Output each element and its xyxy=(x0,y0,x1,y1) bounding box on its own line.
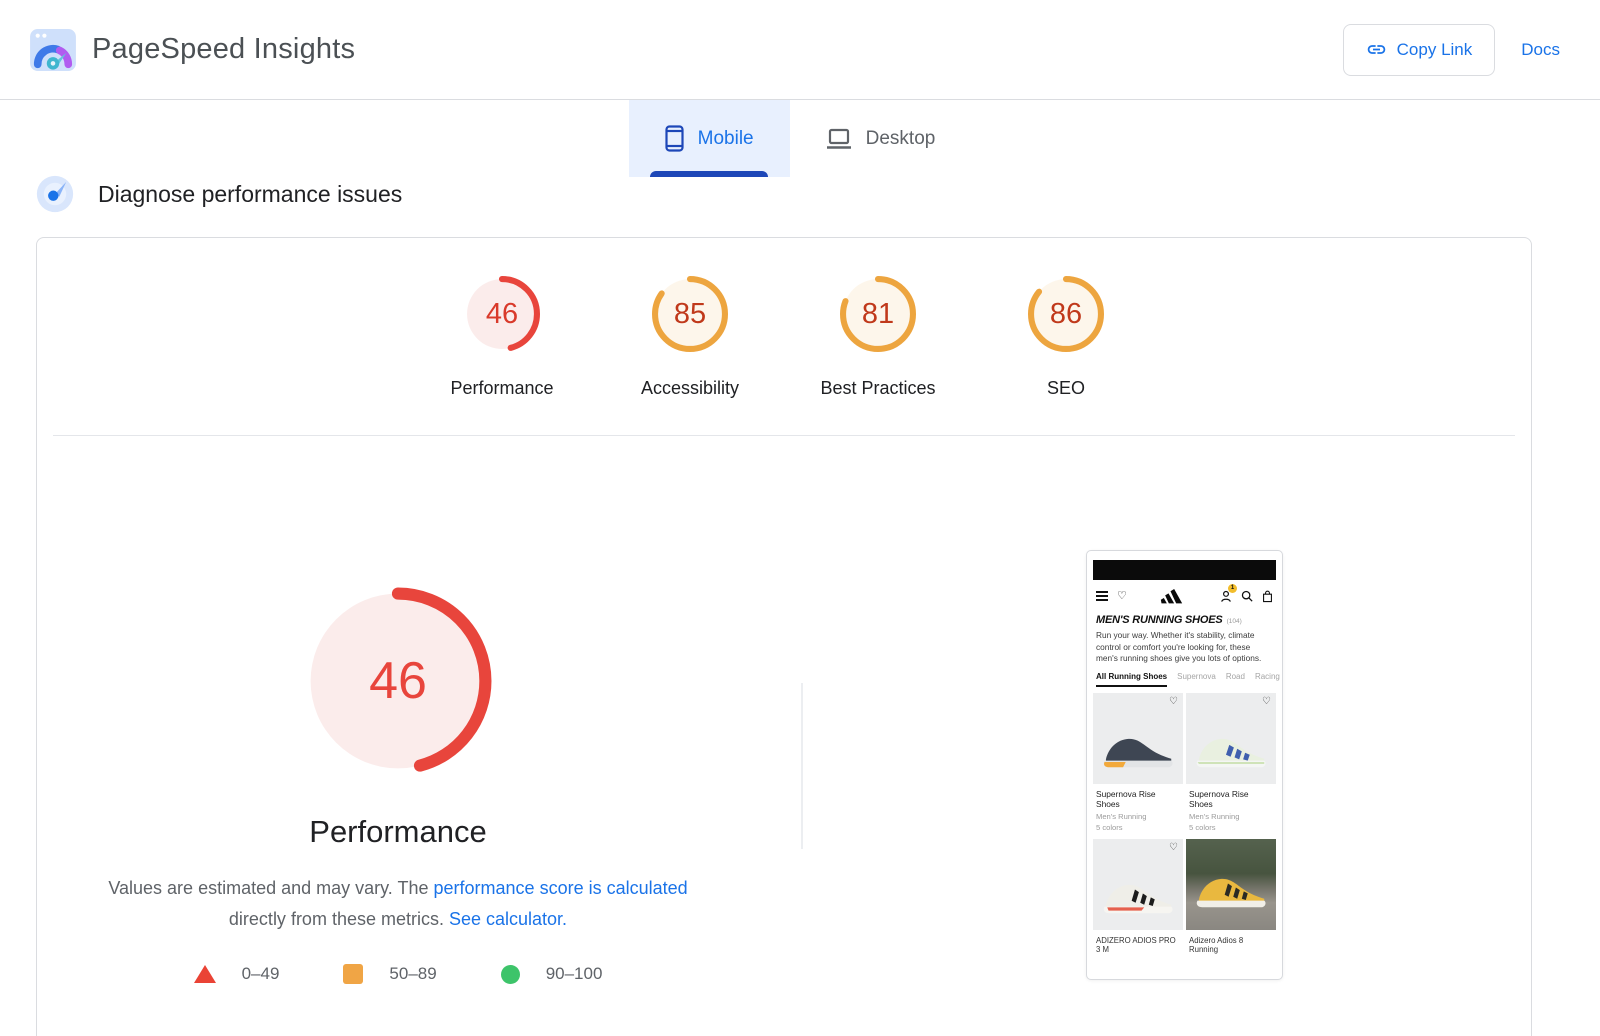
account-icon: 1 xyxy=(1220,590,1232,603)
shopping-bag-icon xyxy=(1262,590,1273,603)
tab-mobile-label: Mobile xyxy=(698,128,754,150)
product-caption-2: Supernova Rise Shoes Men's Running 5 col… xyxy=(1186,784,1276,839)
section-title: Diagnose performance issues xyxy=(98,181,402,208)
result-count: (104) xyxy=(1227,618,1242,625)
product-caption-1: Supernova Rise Shoes Men's Running 5 col… xyxy=(1093,784,1183,839)
see-calculator-link[interactable]: See calculator. xyxy=(449,909,567,929)
product-category: Men's Running xyxy=(1096,812,1180,821)
legend-fail-range: 0–49 xyxy=(242,964,280,984)
performance-section: 46 Performance Values are estimated and … xyxy=(37,436,1531,1036)
seo-gauge: 86 xyxy=(1028,276,1104,352)
screenshot-navbar: ♡ xyxy=(1093,584,1276,608)
product-name: Supernova Rise Shoes xyxy=(1189,789,1273,809)
product-caption-4: Adizero Adios 8 Running xyxy=(1186,930,1276,962)
legend-average-range: 50–89 xyxy=(389,964,436,984)
best-practices-gauge: 81 xyxy=(840,276,916,352)
seo-score: 86 xyxy=(1028,276,1104,352)
screenshot-category-tabs: All Running Shoes Supernova Road Racing … xyxy=(1093,672,1276,687)
copy-link-button[interactable]: Copy Link xyxy=(1343,24,1496,76)
screenshot-page-title: MEN'S RUNNING SHOES xyxy=(1096,614,1223,626)
legend-average: 50–89 xyxy=(343,964,436,984)
category-tab-road: Road xyxy=(1226,672,1245,681)
header-actions: Copy Link Docs xyxy=(1343,24,1560,76)
big-performance-gauge: 46 xyxy=(303,586,493,776)
fail-triangle-icon xyxy=(194,965,216,983)
category-scores-row: 46 Performance 85 Accessibility xyxy=(408,238,1160,399)
score-gauge-performance[interactable]: 46 Performance xyxy=(408,276,596,399)
score-legend: 0–49 50–89 90–100 xyxy=(98,964,698,984)
product-colors: 5 colors xyxy=(1096,823,1180,832)
performance-score: 46 xyxy=(464,276,540,352)
active-tab-indicator xyxy=(650,171,768,177)
product-image-1: ♡ xyxy=(1093,693,1183,784)
menu-icon xyxy=(1096,591,1108,601)
product-grid: ♡ ♡ xyxy=(1093,693,1276,962)
diagnose-section-header: Diagnose performance issues xyxy=(36,175,1600,213)
performance-label: Performance xyxy=(450,378,553,399)
best-practices-score: 81 xyxy=(840,276,916,352)
average-square-icon xyxy=(343,964,363,984)
best-practices-label: Best Practices xyxy=(820,378,935,399)
score-calculation-link[interactable]: performance score is calculated xyxy=(434,878,688,898)
accessibility-gauge: 85 xyxy=(652,276,728,352)
pagespeed-logo-icon xyxy=(30,29,76,71)
desc-text-1: Values are estimated and may vary. The xyxy=(108,878,433,898)
desktop-laptop-icon xyxy=(826,128,852,150)
accessibility-score: 85 xyxy=(652,276,728,352)
favorite-heart-icon: ♡ xyxy=(1262,697,1271,707)
screenshot-top-bar xyxy=(1093,560,1276,580)
brand: PageSpeed Insights xyxy=(30,29,355,71)
legend-fail: 0–49 xyxy=(194,964,280,984)
category-tab-all: All Running Shoes xyxy=(1096,672,1167,687)
account-badge: 1 xyxy=(1228,584,1237,593)
score-gauge-best-practices[interactable]: 81 Best Practices xyxy=(784,276,972,399)
product-category: Men's Running xyxy=(1189,812,1273,821)
vertical-divider xyxy=(801,683,803,849)
tab-desktop-label: Desktop xyxy=(866,128,936,150)
copy-link-label: Copy Link xyxy=(1397,40,1473,60)
performance-detail-title: Performance xyxy=(98,814,698,850)
adidas-logo-icon xyxy=(1160,588,1187,604)
app-header: PageSpeed Insights Copy Link Docs xyxy=(0,0,1600,100)
device-tabs: Mobile Desktop xyxy=(0,100,1600,177)
product-image-4 xyxy=(1186,839,1276,930)
pass-circle-icon xyxy=(501,965,520,984)
final-screenshot-thumbnail[interactable]: ♡ xyxy=(1086,550,1283,980)
category-tab-supernova: Supernova xyxy=(1177,672,1216,681)
pagespeed-insights-app: PageSpeed Insights Copy Link Docs Mobile xyxy=(0,0,1600,1036)
favorite-heart-icon: ♡ xyxy=(1169,697,1178,707)
legend-pass-range: 90–100 xyxy=(546,964,603,984)
product-caption-3: ADIZERO ADIOS PRO 3 M xyxy=(1093,930,1183,962)
product-image-2: ♡ xyxy=(1186,693,1276,784)
tab-desktop[interactable]: Desktop xyxy=(790,100,972,177)
docs-link[interactable]: Docs xyxy=(1521,40,1560,60)
favorite-heart-icon: ♡ xyxy=(1169,843,1178,853)
desc-text-2: directly from these metrics. xyxy=(229,909,449,929)
link-icon xyxy=(1366,39,1387,60)
legend-pass: 90–100 xyxy=(501,964,603,984)
performance-gauge: 46 xyxy=(464,276,540,352)
score-gauge-accessibility[interactable]: 85 Accessibility xyxy=(596,276,784,399)
score-gauge-seo[interactable]: 86 SEO xyxy=(972,276,1160,399)
app-title: PageSpeed Insights xyxy=(92,33,355,66)
wishlist-heart-icon: ♡ xyxy=(1117,591,1127,602)
product-colors: 5 colors xyxy=(1189,823,1273,832)
accessibility-label: Accessibility xyxy=(641,378,739,399)
performance-description: Values are estimated and may vary. The p… xyxy=(88,873,708,935)
category-tab-racing: Racing xyxy=(1255,672,1280,681)
report-card: 46 Performance 85 Accessibility xyxy=(36,237,1532,1036)
search-icon xyxy=(1241,590,1253,602)
big-performance-score: 46 xyxy=(303,586,493,776)
screenshot-description: Run your way. Whether it's stability, cl… xyxy=(1093,630,1276,665)
seo-label: SEO xyxy=(1047,378,1085,399)
speedometer-icon xyxy=(36,175,74,213)
product-name: Supernova Rise Shoes xyxy=(1096,789,1180,809)
product-image-3: ♡ xyxy=(1093,839,1183,930)
tab-mobile[interactable]: Mobile xyxy=(629,100,790,177)
mobile-phone-icon xyxy=(665,125,684,152)
